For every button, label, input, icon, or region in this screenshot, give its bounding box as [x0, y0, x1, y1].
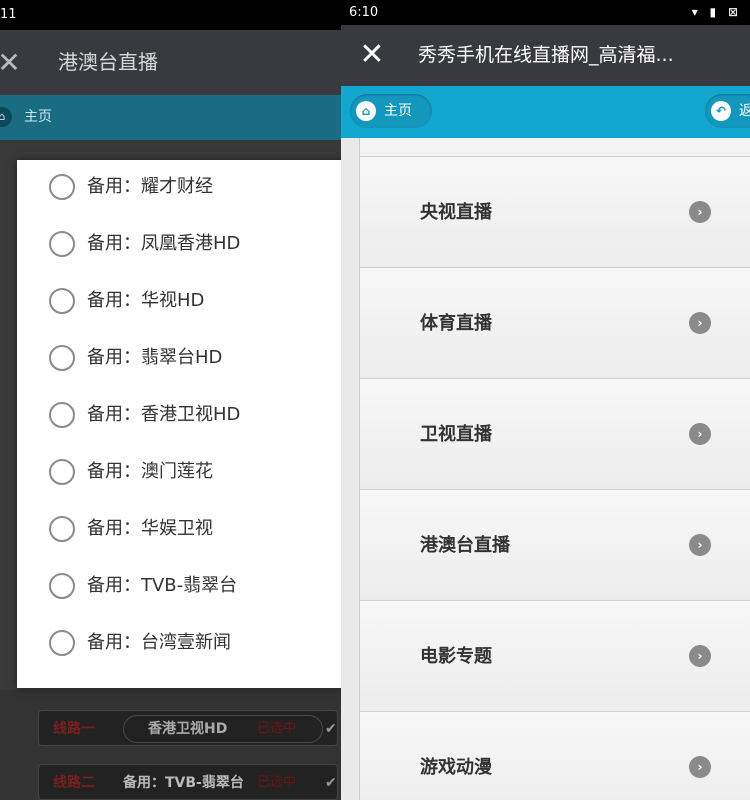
status-time: 6:10: [349, 5, 379, 20]
home-button[interactable]: ⌂ 主页: [350, 94, 432, 128]
chevron-right-icon: ›: [689, 312, 711, 334]
radio-button[interactable]: [49, 459, 75, 485]
dialog-option[interactable]: 备用：华娱卫视: [17, 502, 341, 559]
dialog-option[interactable]: 备用：翡翠台HD: [17, 331, 341, 388]
left-screen: 11 ✕ 港澳台直播 ⌂ 主页 线路一 香港卫视HD 已选中 ✔ 线路二 备用：…: [0, 0, 341, 800]
back-label: 返: [739, 103, 750, 119]
status-bar: 11: [0, 0, 341, 30]
menu-item[interactable]: 央视直播 ›: [360, 156, 750, 267]
home-icon[interactable]: ⌂: [0, 107, 12, 127]
page-title: 港澳台直播: [58, 50, 158, 74]
menu-item[interactable]: 游戏动漫 ›: [360, 711, 750, 800]
status-time: 11: [0, 7, 17, 22]
title-bar: ✕ 秀秀手机在线直播网_高清福...: [341, 25, 750, 86]
option-label: 备用：凤凰香港HD: [87, 233, 241, 254]
checkmark-icon: ✔: [325, 775, 337, 791]
line-tag: 已选中: [257, 721, 297, 736]
home-label: 主页: [384, 103, 412, 119]
radio-button[interactable]: [49, 402, 75, 428]
option-label: 备用：台湾壹新闻: [87, 632, 231, 653]
chevron-right-icon: ›: [689, 201, 711, 223]
radio-button[interactable]: [49, 288, 75, 314]
option-label: 备用：澳门莲花: [87, 461, 213, 482]
menu-item-label: 央视直播: [420, 202, 492, 223]
menu-item-label: 体育直播: [420, 313, 492, 334]
menu-item-label: 电影专题: [420, 646, 492, 667]
menu-list: 央视直播 › 体育直播 › 卫视直播 › 港澳台直播 › 电影专题 › 游戏动漫…: [359, 138, 750, 800]
home-link[interactable]: 主页: [24, 95, 52, 140]
right-screen: 6:10 ▾ ▮ ⊠ ✕ 秀秀手机在线直播网_高清福... ⌂ 主页 ↶ 返 央…: [341, 0, 750, 800]
radio-button[interactable]: [49, 174, 75, 200]
line-tag: 已选中: [257, 775, 297, 790]
menu-item[interactable]: 电影专题 ›: [360, 600, 750, 711]
menu-item-label: 港澳台直播: [420, 535, 510, 556]
line-label: 线路二: [53, 775, 95, 791]
menu-item[interactable]: 体育直播 ›: [360, 267, 750, 378]
dialog-option[interactable]: 备用：TVB-翡翠台: [17, 559, 341, 616]
line-label: 线路一: [53, 721, 95, 737]
option-label: 备用：香港卫视HD: [87, 404, 241, 425]
radio-button[interactable]: [49, 345, 75, 371]
radio-button[interactable]: [49, 573, 75, 599]
dialog-option[interactable]: 备用：耀才财经: [17, 160, 341, 217]
option-label: 备用：华娱卫视: [87, 518, 213, 539]
chevron-right-icon: ›: [689, 756, 711, 778]
radio-button[interactable]: [49, 516, 75, 542]
option-label: 备用：华视HD: [87, 290, 205, 311]
chevron-right-icon: ›: [689, 534, 711, 556]
page-title: 秀秀手机在线直播网_高清福...: [418, 44, 674, 66]
back-icon: ↶: [711, 101, 731, 121]
radio-button[interactable]: [49, 231, 75, 257]
close-icon[interactable]: ✕: [0, 48, 24, 78]
nav-bar: ⌂ 主页 ↶ 返: [341, 86, 750, 138]
dialog-option[interactable]: 备用：澳门莲花: [17, 445, 341, 502]
dialog-option[interactable]: 备用：华视HD: [17, 274, 341, 331]
status-icons: ▾ ▮ ⊠: [691, 5, 742, 19]
menu-item-label: 游戏动漫: [420, 757, 492, 778]
line-row-2: 线路二 备用：TVB-翡翠台 已选中 ✔: [38, 764, 338, 800]
menu-item[interactable]: 卫视直播 ›: [360, 378, 750, 489]
chevron-right-icon: ›: [689, 645, 711, 667]
dialog-option[interactable]: 备用：台湾壹新闻: [17, 616, 341, 673]
option-label: 备用：翡翠台HD: [87, 347, 223, 368]
checkmark-icon: ✔: [325, 721, 337, 737]
nav-bar: ⌂ 主页: [0, 95, 341, 140]
source-select-dialog: 备用：耀才财经 备用：凤凰香港HD 备用：华视HD 备用：翡翠台HD 备用：香港…: [17, 160, 341, 688]
title-bar: ✕ 港澳台直播: [0, 30, 341, 95]
home-icon: ⌂: [356, 101, 376, 121]
dialog-option[interactable]: 备用：香港卫视HD: [17, 388, 341, 445]
chevron-right-icon: ›: [689, 423, 711, 445]
line-selector-area: 线路一 香港卫视HD 已选中 ✔ 线路二 备用：TVB-翡翠台 已选中 ✔: [0, 690, 341, 800]
menu-item-label: 卫视直播: [420, 424, 492, 445]
option-label: 备用：耀才财经: [87, 176, 213, 197]
back-button[interactable]: ↶ 返: [705, 94, 750, 128]
close-icon[interactable]: ✕: [357, 39, 387, 71]
line-row-1: 线路一 香港卫视HD 已选中 ✔: [38, 710, 338, 746]
dialog-option[interactable]: 备用：凤凰香港HD: [17, 217, 341, 274]
status-bar: 6:10 ▾ ▮ ⊠: [341, 0, 750, 25]
menu-item[interactable]: 港澳台直播 ›: [360, 489, 750, 600]
option-label: 备用：TVB-翡翠台: [87, 575, 238, 596]
radio-button[interactable]: [49, 630, 75, 656]
